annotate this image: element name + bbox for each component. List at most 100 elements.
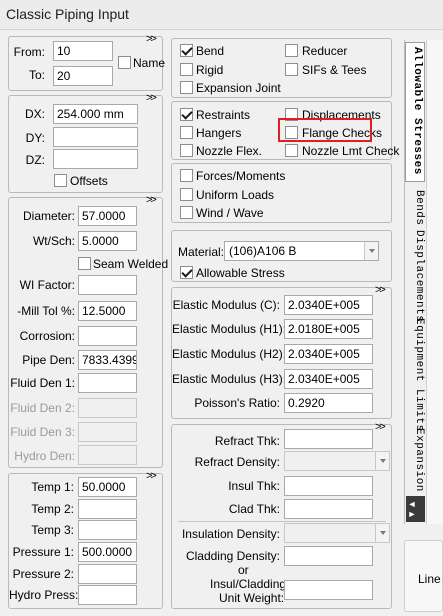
operating-conditions-panel: >> Temp 1: 50.0000 Temp 2: Temp 3: Press… xyxy=(8,470,163,609)
elastic-modulus-c-input[interactable]: 2.0340E+005 xyxy=(284,295,373,315)
to-node-input[interactable]: 20 xyxy=(53,66,113,86)
elastic-modulus-h3-input[interactable]: 2.0340E+005 xyxy=(284,369,373,389)
expand-icon[interactable]: >> xyxy=(146,194,157,206)
corrosion-input[interactable] xyxy=(78,326,137,346)
dx-label: DX: xyxy=(24,107,45,121)
hydro-den-label: Hydro Den: xyxy=(14,449,75,463)
elastic-modulus-c-label: Elastic Modulus (C): xyxy=(172,298,280,312)
material-panel: Material: (106)A106 B Allowable Stress xyxy=(171,230,392,282)
expand-icon[interactable]: >> xyxy=(146,470,157,482)
corrosion-label: Corrosion: xyxy=(19,329,75,343)
diameter-input[interactable]: 57.0000 xyxy=(78,206,137,226)
hydro-press-label: Hydro Press: xyxy=(9,588,79,602)
offsets-label: Offsets xyxy=(70,174,108,188)
name-checkbox[interactable] xyxy=(118,56,131,69)
restraints-checkbox[interactable] xyxy=(180,108,193,121)
line-label: Line xyxy=(418,572,441,586)
to-label: To: xyxy=(28,68,45,82)
refract-thk-label: Refract Thk: xyxy=(214,434,280,448)
expand-icon[interactable]: >> xyxy=(146,33,157,45)
fluid-den-3-input[interactable] xyxy=(78,422,137,442)
unit-weight-label-line2: Unit Weight: xyxy=(219,591,285,605)
tab-equipment-limits[interactable]: Equipment Limits xyxy=(407,318,425,432)
reducer-checkbox[interactable] xyxy=(285,44,298,57)
clad-thk-input[interactable] xyxy=(284,499,373,519)
wind-wave-label: Wind / Wave xyxy=(196,206,264,220)
refract-thk-input[interactable] xyxy=(284,429,373,449)
forces-moments-label: Forces/Moments xyxy=(196,169,286,183)
temp-1-input[interactable]: 50.0000 xyxy=(78,477,137,497)
temp-2-input[interactable] xyxy=(78,499,137,519)
poissons-ratio-label: Poisson's Ratio: xyxy=(194,396,280,410)
hangers-label: Hangers xyxy=(196,126,242,140)
hydro-den-input[interactable] xyxy=(78,445,137,465)
pressure-2-label: Pressure 2: xyxy=(12,567,74,581)
insulation-density-label: Insulation Density: xyxy=(181,527,280,541)
elastic-modulus-h2-input[interactable]: 2.0340E+005 xyxy=(284,344,373,364)
fluid-den-1-input[interactable] xyxy=(78,373,137,393)
bend-checkbox[interactable] xyxy=(180,44,193,57)
unit-weight-input[interactable] xyxy=(284,580,373,600)
pipe-den-input[interactable]: 7833.43994 xyxy=(78,350,137,370)
element-types-panel: Bend Rigid Expansion Joint Reducer SIFs … xyxy=(171,38,392,98)
allowable-stress-label: Allowable Stress xyxy=(196,266,285,280)
cladding-density-input[interactable] xyxy=(284,546,373,566)
hangers-checkbox[interactable] xyxy=(180,126,193,139)
nozzle-flex-checkbox[interactable] xyxy=(180,144,193,157)
temp-3-input[interactable] xyxy=(78,520,137,540)
from-node-input[interactable]: 10 xyxy=(53,41,113,61)
tab-allowable-stresses[interactable]: Allowable Stresses xyxy=(405,42,425,182)
material-select[interactable]: (106)A106 B xyxy=(224,241,379,261)
dz-input[interactable] xyxy=(53,149,138,169)
temp-1-label: Temp 1: xyxy=(31,480,74,494)
sifs-tees-checkbox[interactable] xyxy=(285,63,298,76)
sifs-tees-label: SIFs & Tees xyxy=(302,63,367,77)
rigid-checkbox[interactable] xyxy=(180,63,193,76)
cladding-density-label: Cladding Density: xyxy=(185,549,280,563)
dx-input[interactable]: 254.000 mm xyxy=(53,104,138,124)
fluid-den-2-input[interactable] xyxy=(78,398,137,418)
dy-input[interactable] xyxy=(53,127,138,147)
mill-tol-input[interactable]: 12.5000 xyxy=(78,301,137,321)
tab-displacements[interactable]: Displacements xyxy=(407,230,425,322)
temp-2-label: Temp 2: xyxy=(31,502,74,516)
wt-sch-input[interactable]: 5.0000 xyxy=(78,231,137,251)
chevron-down-icon[interactable] xyxy=(375,524,389,542)
window-titlebar: Classic Piping Input xyxy=(0,0,443,30)
chevron-down-icon[interactable] xyxy=(364,242,378,260)
nozzle-flex-label: Nozzle Flex. xyxy=(196,144,263,158)
mill-tol-label: -Mill Tol %: xyxy=(17,304,75,318)
nozzle-lmt-check-label: Nozzle Lmt Check xyxy=(302,144,400,158)
pressure-1-input[interactable]: 500.0000 xyxy=(78,542,137,562)
wi-factor-input[interactable] xyxy=(78,275,137,295)
forces-moments-checkbox[interactable] xyxy=(180,169,193,182)
refract-density-select[interactable] xyxy=(284,451,390,471)
insulation-density-select[interactable] xyxy=(284,523,390,543)
allowable-stress-checkbox[interactable] xyxy=(180,266,193,279)
reducer-label: Reducer xyxy=(302,44,348,58)
node-panel: >> From: 10 To: 20 Name xyxy=(8,33,165,91)
poissons-ratio-input[interactable]: 0.2920 xyxy=(284,393,373,413)
insulation-panel: >> Refract Thk: Refract Density: Insul T… xyxy=(171,421,392,609)
pressure-1-label: Pressure 1: xyxy=(12,545,74,559)
chevron-down-icon[interactable] xyxy=(375,452,389,470)
hydro-press-input[interactable] xyxy=(78,585,137,605)
wind-wave-checkbox[interactable] xyxy=(180,206,193,219)
pressure-2-input[interactable] xyxy=(78,564,137,584)
nozzle-lmt-check-checkbox[interactable] xyxy=(285,144,298,157)
elastic-modulus-h1-input[interactable]: 2.0180E+005 xyxy=(284,319,373,339)
seam-welded-checkbox[interactable] xyxy=(78,257,91,270)
expand-icon[interactable]: >> xyxy=(375,421,386,433)
tab-expansion-j[interactable]: Expansion J xyxy=(407,428,425,506)
expand-icon[interactable]: >> xyxy=(146,92,157,104)
expansion-joint-checkbox[interactable] xyxy=(180,81,193,94)
tab-scroll-arrows[interactable]: ◄► xyxy=(406,496,425,522)
fluid-den-3-label: Fluid Den 3: xyxy=(10,425,75,439)
flange-checks-highlight xyxy=(278,118,372,142)
dy-label: DY: xyxy=(25,131,45,145)
offsets-checkbox[interactable] xyxy=(54,174,67,187)
uniform-loads-checkbox[interactable] xyxy=(180,188,193,201)
expand-icon[interactable]: >> xyxy=(375,284,386,296)
insul-thk-input[interactable] xyxy=(284,476,373,496)
tab-bends[interactable]: Bends xyxy=(407,190,425,226)
